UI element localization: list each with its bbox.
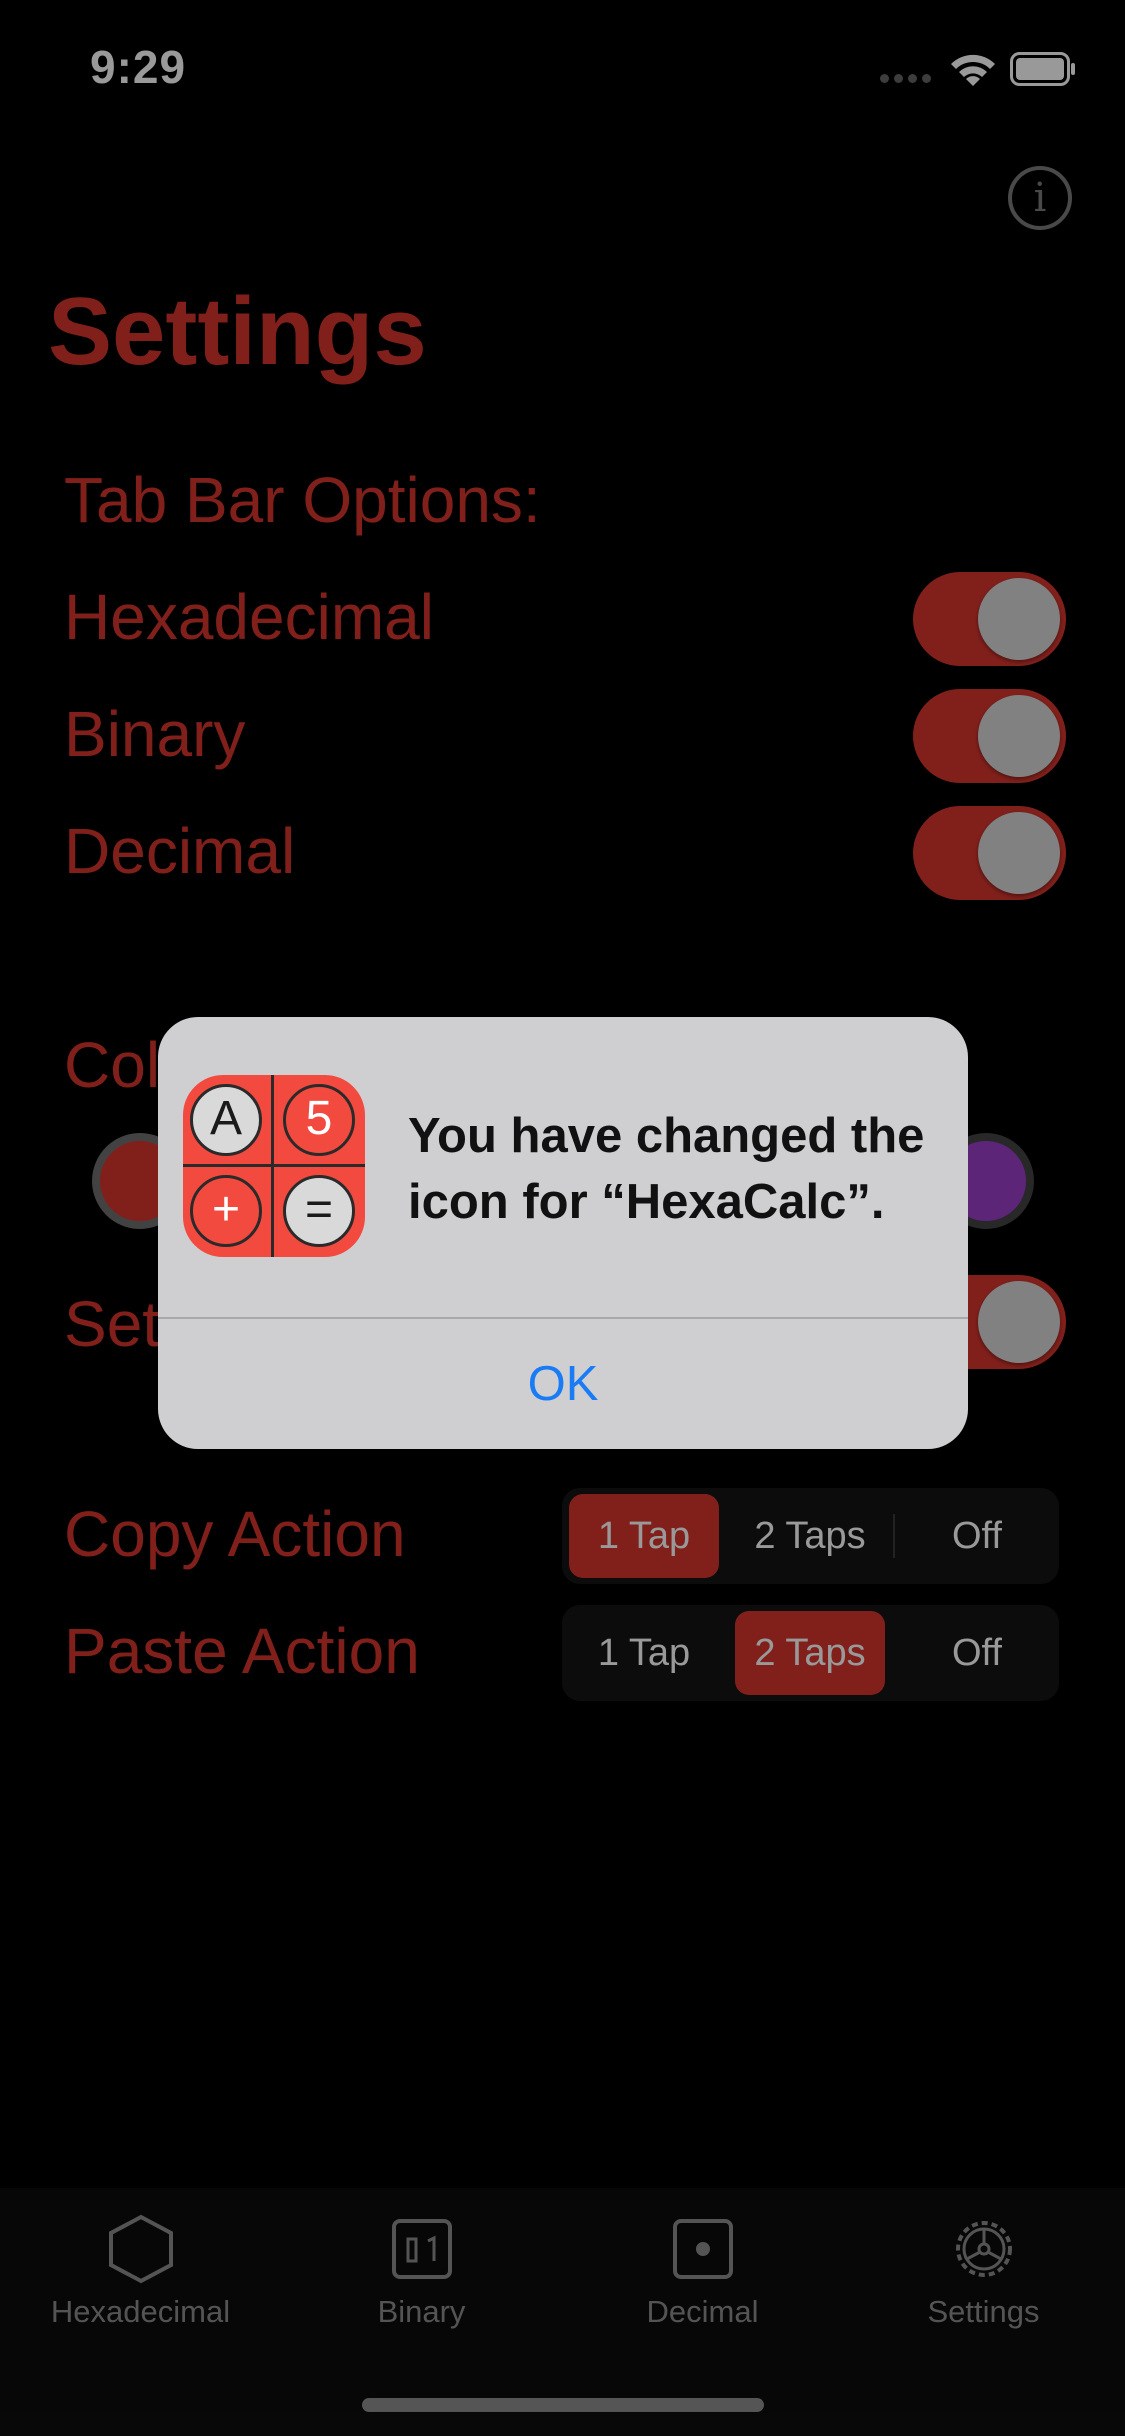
icon-key-5: 5 [283, 1084, 355, 1156]
ok-button[interactable]: OK [158, 1319, 968, 1449]
icon-divider [183, 1164, 365, 1167]
alert-message: You have changed the icon for “HexaCalc”… [408, 1109, 925, 1229]
icon-key-plus: + [190, 1175, 262, 1247]
icon-key-equals: = [283, 1175, 355, 1247]
hexacalc-app-icon: A 5 + = [183, 1075, 365, 1257]
icon-key-a: A [190, 1084, 262, 1156]
icon-changed-alert: A 5 + = You have changed the icon for “H… [158, 1017, 968, 1449]
